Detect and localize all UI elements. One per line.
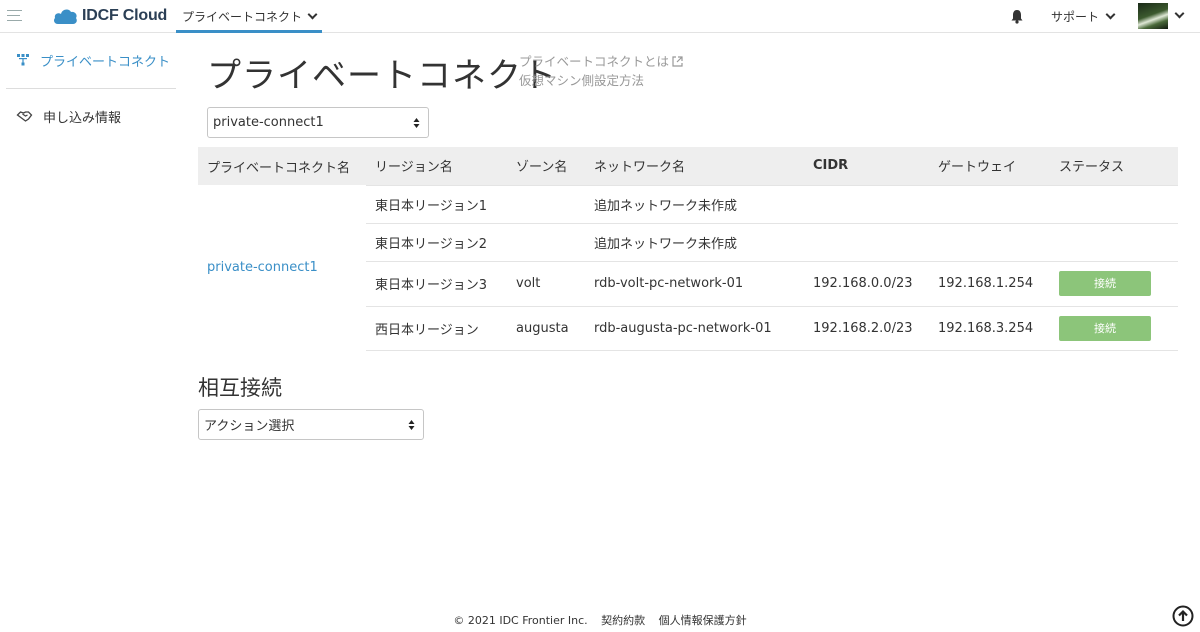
- about-private-connect-link[interactable]: プライベートコネクトとは: [519, 52, 683, 71]
- copyright-text: © 2021 IDC Frontier Inc.: [453, 614, 588, 627]
- support-label: サポート: [1051, 10, 1100, 24]
- network-cell: 追加ネットワーク未作成: [585, 184, 804, 223]
- region-cell: 東日本リージョン3: [366, 260, 507, 306]
- status-cell: 接続: [1050, 260, 1178, 306]
- footer: © 2021 IDC Frontier Inc. 契約約款 個人情報保護方針: [0, 612, 1200, 628]
- cidr-cell: 192.168.2.0/23: [804, 305, 929, 351]
- zone-cell: volt: [507, 260, 585, 306]
- chevron-down-icon: [307, 9, 318, 19]
- terms-link[interactable]: 契約約款: [601, 614, 645, 627]
- support-menu[interactable]: サポート: [1051, 0, 1116, 33]
- status-badge[interactable]: 接続: [1059, 271, 1151, 296]
- cidr-cell: 192.168.0.0/23: [804, 260, 929, 306]
- link-label: プライベートコネクトとは: [519, 54, 670, 69]
- column-header: リージョン名: [366, 147, 507, 185]
- chevron-down-icon: [1105, 9, 1116, 20]
- network-icon: [17, 54, 29, 66]
- private-connect-table: プライベートコネクト名 リージョン名 ゾーン名 ネットワーク名 CIDR ゲート…: [198, 147, 1178, 351]
- status-cell: [1050, 184, 1178, 223]
- network-cell: 追加ネットワーク未作成: [585, 222, 804, 261]
- sidebar-item-application[interactable]: 申し込み情報: [0, 89, 176, 143]
- table-header-row: プライベートコネクト名 リージョン名 ゾーン名 ネットワーク名 CIDR ゲート…: [198, 147, 1178, 185]
- network-cell: rdb-augusta-pc-network-01: [585, 305, 804, 351]
- network-cell: rdb-volt-pc-network-01: [585, 260, 804, 306]
- zone-cell: [507, 184, 585, 223]
- status-badge[interactable]: 接続: [1059, 315, 1151, 341]
- gateway-cell: [929, 184, 1050, 223]
- vm-setup-link[interactable]: 仮想マシン側設定方法: [519, 71, 683, 90]
- external-link-icon: [672, 56, 683, 67]
- service-menu-label: プライベートコネクト: [181, 9, 302, 24]
- sidebar-item-private-connect[interactable]: プライベートコネクト: [0, 33, 176, 87]
- gateway-cell: [929, 222, 1050, 261]
- interconnect-title: 相互接続: [198, 376, 282, 400]
- avatar[interactable]: [1138, 3, 1168, 29]
- column-header: プライベートコネクト名: [198, 147, 366, 185]
- privacy-link[interactable]: 個人情報保護方針: [659, 614, 747, 627]
- cidr-cell: [804, 184, 929, 223]
- private-connect-name-link[interactable]: private-connect1: [198, 185, 366, 350]
- select-value: private-connect1: [213, 115, 324, 130]
- column-header: ステータス: [1050, 147, 1178, 185]
- gateway-cell: 192.168.1.254: [929, 260, 1050, 306]
- cidr-cell: [804, 222, 929, 261]
- select-value: アクション選択: [204, 419, 295, 434]
- region-cell: 東日本リージョン1: [366, 184, 507, 223]
- zone-cell: [507, 222, 585, 261]
- scroll-to-top-icon[interactable]: [1172, 605, 1194, 627]
- page-title: プライベートコネクト: [207, 56, 557, 96]
- top-bar: IDCF Cloud プライベートコネクト サポート: [0, 0, 1200, 33]
- sidebar-item-label: 申し込み情報: [43, 110, 122, 126]
- column-header: ネットワーク名: [585, 147, 804, 185]
- column-header: ゾーン名: [507, 147, 585, 185]
- zone-cell: augusta: [507, 305, 585, 351]
- status-cell: 接続: [1050, 305, 1178, 351]
- bell-icon[interactable]: [1010, 9, 1024, 24]
- select-arrows-icon: [408, 419, 415, 430]
- menu-icon[interactable]: [7, 10, 22, 21]
- handshake-icon: [16, 111, 33, 122]
- gateway-cell: 192.168.3.254: [929, 305, 1050, 351]
- action-select[interactable]: アクション選択: [198, 409, 424, 440]
- private-connect-select[interactable]: private-connect1: [207, 107, 429, 138]
- region-cell: 東日本リージョン2: [366, 222, 507, 261]
- brand-name: IDCF Cloud: [82, 7, 168, 24]
- service-menu-dropdown[interactable]: プライベートコネクト: [176, 0, 322, 33]
- sidebar: プライベートコネクト 申し込み情報: [0, 33, 176, 593]
- column-header: ゲートウェイ: [929, 147, 1050, 185]
- region-cell: 西日本リージョン: [366, 305, 507, 351]
- sidebar-item-label: プライベートコネクト: [40, 54, 171, 70]
- chevron-down-icon[interactable]: [1174, 8, 1185, 19]
- select-arrows-icon: [413, 117, 420, 128]
- status-cell: [1050, 222, 1178, 261]
- cloud-logo-icon: [54, 9, 77, 24]
- table-row: private-connect1 東日本リージョン1 追加ネットワーク未作成: [198, 184, 1178, 275]
- column-header: CIDR: [804, 147, 929, 185]
- brand-logo[interactable]: IDCF Cloud: [53, 5, 167, 27]
- help-links: プライベートコネクトとは 仮想マシン側設定方法: [519, 52, 683, 90]
